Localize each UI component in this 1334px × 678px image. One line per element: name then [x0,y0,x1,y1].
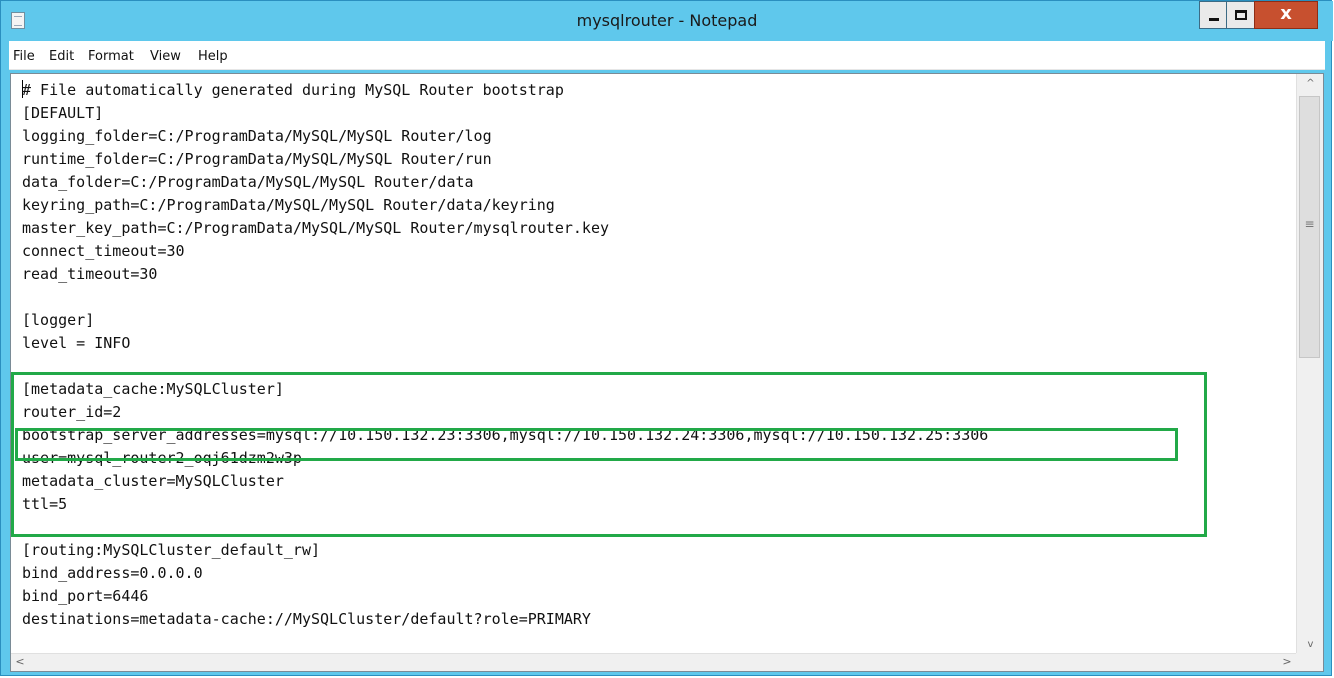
scroll-left-icon[interactable]: < [11,654,29,671]
horizontal-scrollbar[interactable]: < > [11,653,1296,671]
text-content[interactable]: # File automatically generated during My… [11,74,1296,655]
text-editor[interactable]: # File automatically generated during My… [10,73,1324,672]
scroll-down-icon[interactable]: v [1297,635,1323,655]
scroll-right-icon[interactable]: > [1278,654,1296,671]
text-line: logging_folder=C:/ProgramData/MySQL/MySQ… [22,127,492,145]
menu-edit[interactable]: Edit [49,49,74,64]
menu-bar: File Edit Format View Help [9,41,1325,70]
text-line: connect_timeout=30 [22,242,185,260]
text-line: level = INFO [22,334,131,352]
minimize-icon [1209,18,1219,21]
scroll-up-icon[interactable]: ^ [1297,74,1323,94]
text-line: [DEFAULT] [22,104,104,122]
text-line: [logger] [22,311,95,329]
vertical-scrollbar[interactable]: ^ ≡ v [1296,74,1323,655]
menu-help[interactable]: Help [198,49,228,64]
resize-grip[interactable] [1296,653,1323,671]
text-line: master_key_path=C:/ProgramData/MySQL/MyS… [22,219,609,237]
text-line: bind_address=0.0.0.0 [22,564,203,582]
vertical-scroll-thumb[interactable]: ≡ [1299,96,1320,358]
text-line: data_folder=C:/ProgramData/MySQL/MySQL R… [22,173,474,191]
close-icon: x [1280,3,1292,24]
maximize-icon [1235,10,1247,20]
text-line: # File automatically generated during My… [22,81,564,99]
text-line: read_timeout=30 [22,265,158,283]
maximize-button[interactable] [1226,1,1255,29]
text-line: runtime_folder=C:/ProgramData/MySQL/MySQ… [22,150,492,168]
text-line: [routing:MySQLCluster_default_rw] [22,541,321,559]
text-line: bind_port=6446 [22,587,149,605]
menu-view[interactable]: View [150,49,181,64]
window-title: mysqlrouter - Notepad [576,11,758,30]
title-bar[interactable]: mysqlrouter - Notepad x [1,1,1333,41]
menu-file[interactable]: File [13,49,35,64]
menu-format[interactable]: Format [88,49,134,64]
text-line: keyring_path=C:/ProgramData/MySQL/MySQL … [22,196,555,214]
bootstrap-addresses-highlight [15,428,1178,461]
text-line: destinations=metadata-cache://MySQLClust… [22,610,591,628]
close-button[interactable]: x [1254,1,1318,29]
scroll-grip-icon: ≡ [1304,217,1315,231]
minimize-button[interactable] [1199,1,1227,29]
